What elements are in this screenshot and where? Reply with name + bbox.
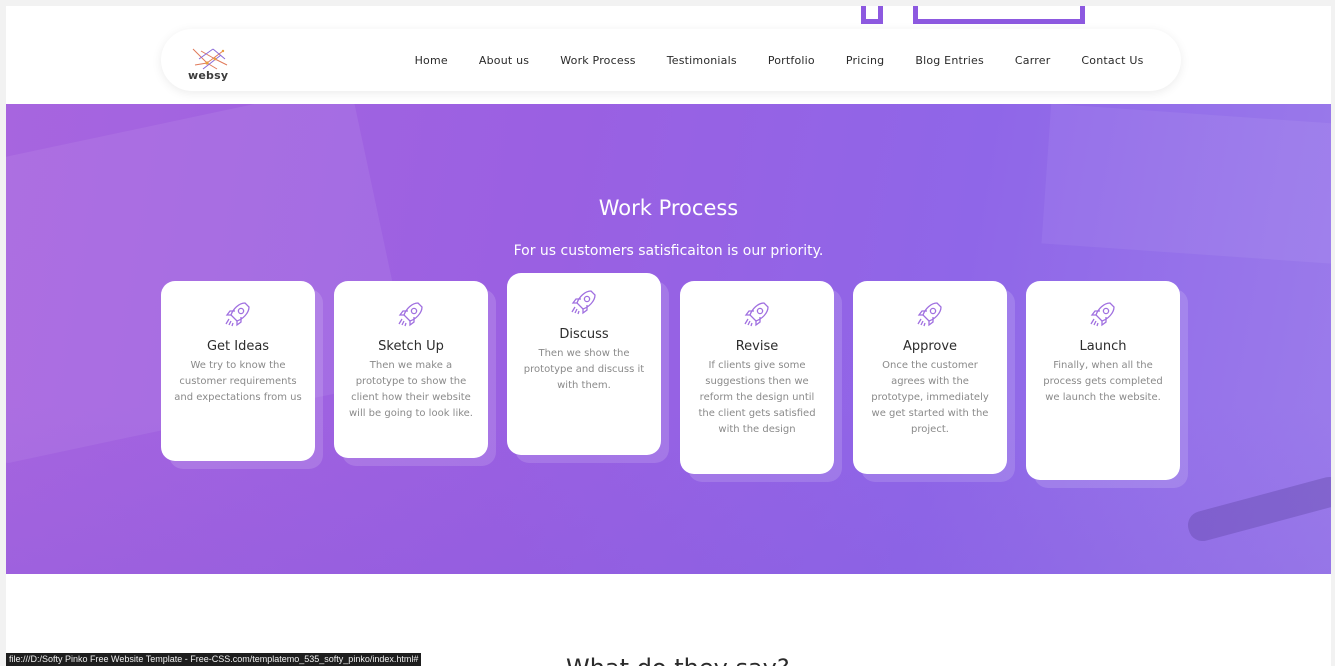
card-description: Finally, when all the process gets compl…	[1043, 360, 1163, 403]
process-card-discuss: Discuss Then we show the prototype and d…	[507, 273, 669, 463]
process-card-sketch-up: Sketch Up Then we make a prototype to sh…	[334, 281, 496, 466]
nav-about-us[interactable]: About us	[463, 54, 544, 67]
main-nav: Home About us Work Process Testimonials …	[399, 29, 1159, 91]
nav-pricing[interactable]: Pricing	[830, 54, 899, 67]
section-title: Work Process	[598, 196, 739, 220]
nav-testimonials[interactable]: Testimonials	[651, 54, 752, 67]
card-description: Then we make a prototype to show the cli…	[348, 360, 473, 419]
nav-blog-entries[interactable]: Blog Entries	[900, 54, 1000, 67]
card-title: Get Ideas	[206, 339, 270, 354]
testimonials-heading: What do they say?	[566, 654, 790, 666]
process-card-approve: Approve Once the customer agrees with th…	[853, 281, 1015, 482]
decorative-shape	[913, 6, 1085, 24]
rocket-icon	[398, 302, 423, 327]
process-card-get-ideas: Get Ideas We try to know the customer re…	[161, 281, 323, 469]
section-subtitle: For us customers satisficaiton is our pr…	[513, 243, 824, 259]
card-title: Approve	[902, 339, 958, 354]
page: websy Home About us Work Process Testimo…	[6, 6, 1331, 666]
card-title: Discuss	[559, 327, 609, 342]
logo-text: websy	[188, 69, 229, 82]
process-card-revise: Revise If clients give some suggestions …	[680, 281, 842, 482]
nav-work-process[interactable]: Work Process	[545, 54, 651, 67]
rocket-icon	[571, 290, 596, 315]
card-description: We try to know the customer requirements…	[174, 360, 302, 403]
rocket-icon	[1090, 302, 1115, 327]
card-title: Sketch Up	[378, 339, 444, 354]
rocket-icon	[917, 302, 942, 327]
browser-status-bar: file:///D:/Softy Pinko Free Website Temp…	[6, 653, 422, 666]
rocket-icon	[744, 302, 769, 327]
logo-link[interactable]: websy	[161, 29, 271, 91]
rocket-icon	[225, 302, 250, 327]
navbar: websy Home About us Work Process Testimo…	[161, 29, 1181, 91]
decorative-shape	[861, 6, 883, 24]
card-description: If clients give some suggestions then we…	[698, 360, 816, 435]
card-title: Revise	[735, 339, 779, 354]
nav-carrer[interactable]: Carrer	[999, 54, 1066, 67]
nav-contact-us[interactable]: Contact Us	[1066, 54, 1159, 67]
nav-portfolio[interactable]: Portfolio	[752, 54, 830, 67]
process-card-launch: Launch Finally, when all the process get…	[1026, 281, 1188, 488]
card-description: Once the customer agrees with the protot…	[871, 360, 989, 435]
nav-home[interactable]: Home	[399, 54, 463, 67]
background-image-detail	[1041, 104, 1331, 265]
card-description: Then we show the prototype and discuss i…	[523, 348, 645, 391]
card-title: Launch	[1079, 339, 1127, 354]
